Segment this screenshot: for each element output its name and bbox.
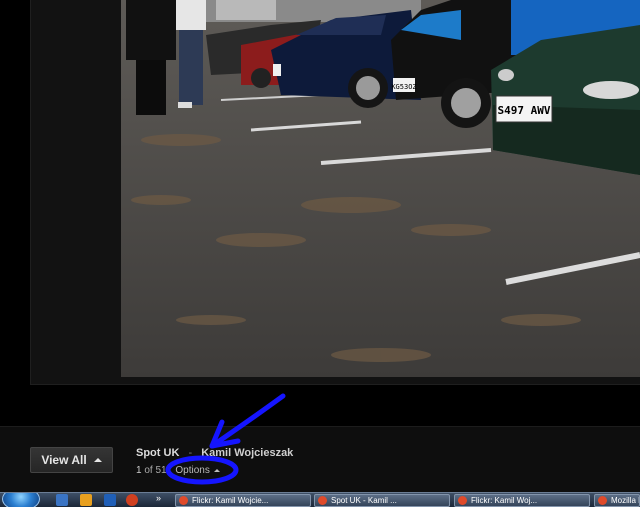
taskbar-item[interactable]: Mozilla Firefox <box>594 494 640 507</box>
plate-large: S497 AWV <box>498 104 551 117</box>
taskbar-item[interactable]: Spot UK - Kamil ... <box>314 494 450 507</box>
author-link[interactable]: Kamil Wojcieszak <box>201 447 293 459</box>
taskbar-item[interactable]: Flickr: Kamil Woj... <box>454 494 590 507</box>
more-quicklaunch-button[interactable]: » <box>156 493 161 503</box>
counter-current: 1 <box>136 465 142 476</box>
options-dropdown[interactable]: Options <box>175 465 220 476</box>
counter-total: of 51 <box>144 465 167 476</box>
photo-counter: 1 of 51 Options <box>136 465 220 476</box>
view-all-button[interactable]: View All <box>30 447 113 473</box>
photo-info-bar: View All Spot UK - Kamil Wojcieszak 1 of… <box>0 426 640 493</box>
start-button[interactable] <box>2 493 40 507</box>
taskbar-item[interactable]: Flickr: Kamil Wojcie... <box>175 494 311 507</box>
album-title-link[interactable]: Spot UK <box>136 447 179 459</box>
explorer-icon[interactable] <box>80 494 92 506</box>
album-info: Spot UK - Kamil Wojcieszak <box>136 447 293 459</box>
firefox-icon[interactable] <box>126 494 138 506</box>
plate-small: KG53OZ <box>391 83 416 91</box>
separator-dash: - <box>188 447 193 459</box>
photo[interactable]: KG53OZ S497 AWV <box>121 0 640 377</box>
ie-icon[interactable] <box>104 494 116 506</box>
car-park-photo: KG53OZ S497 AWV <box>121 0 640 377</box>
view-all-label: View All <box>41 453 87 467</box>
options-label: Options <box>175 465 210 476</box>
caret-up-icon <box>93 458 102 462</box>
show-desktop-icon[interactable] <box>56 494 68 506</box>
options-caret-icon <box>213 468 220 472</box>
windows-taskbar: » Flickr: Kamil Wojcie... Spot UK - Kami… <box>0 492 640 507</box>
